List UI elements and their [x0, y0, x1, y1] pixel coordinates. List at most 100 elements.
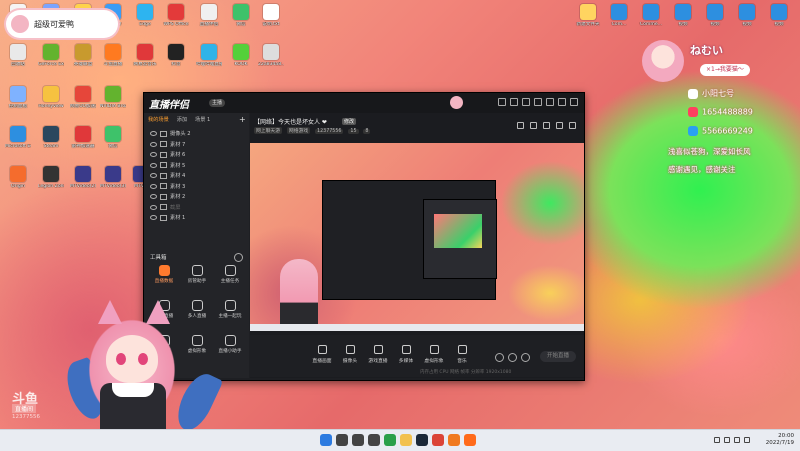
bell-icon[interactable]: [556, 122, 563, 129]
desktop-icon[interactable]: MTVideo(3): [100, 166, 126, 189]
wegame-icon[interactable]: [448, 434, 460, 446]
desktop-icon[interactable]: 22a834a8...: [258, 44, 284, 67]
share-icon[interactable]: [569, 122, 576, 129]
desktop-icon[interactable]: 视频: [670, 4, 696, 27]
lock-icon[interactable]: [530, 122, 537, 129]
desktop-icon[interactable]: Microsoft Edge: [5, 126, 31, 149]
eye-icon[interactable]: [150, 204, 157, 210]
xbox-icon[interactable]: [384, 434, 396, 446]
eye-icon[interactable]: [150, 152, 157, 157]
toolbox-item[interactable]: 主播一起玩: [214, 300, 246, 319]
tag[interactable]: 网上聊天游: [254, 127, 282, 134]
desktop-icon[interactable]: 英雄联盟: [70, 44, 96, 67]
desktop-icon[interactable]: 哔哩哔哩直播姬: [196, 44, 222, 67]
chevron-up-icon[interactable]: [714, 437, 720, 443]
desktop-icon[interactable]: 视频: [766, 4, 792, 27]
close-icon[interactable]: [570, 98, 578, 106]
search-icon[interactable]: [336, 434, 348, 446]
bottom-toolbar-button[interactable]: 摄像头: [338, 345, 362, 364]
steam-icon[interactable]: [416, 434, 428, 446]
desktop-icon[interactable]: 回收站: [5, 44, 31, 67]
window-titlebar[interactable]: 直播伴侣 主播: [144, 93, 584, 113]
message-icon[interactable]: [510, 98, 518, 106]
toolbox-settings-icon[interactable]: [234, 253, 243, 262]
desktop-icon[interactable]: NVIDIA Broadcast: [100, 86, 126, 109]
desktop-icon[interactable]: 斗鱼直播: [100, 44, 126, 67]
file-explorer-icon[interactable]: [400, 434, 412, 446]
stream-preview[interactable]: [250, 143, 584, 331]
toolbox-item[interactable]: 直播小助手: [214, 335, 246, 354]
user-avatar[interactable]: [450, 96, 463, 109]
skin-icon[interactable]: [498, 98, 506, 106]
desktop-icon[interactable]: 抖音: [163, 44, 189, 67]
desktop-icon[interactable]: Origin: [5, 166, 31, 189]
desktop-icon[interactable]: Honeyview: [38, 86, 64, 109]
volume-icon[interactable]: [734, 437, 740, 443]
bottom-toolbar-button[interactable]: 游戏直播: [366, 345, 390, 364]
notification-toast[interactable]: 超级可爱鸭: [6, 10, 118, 38]
scene-source-item[interactable]: 截屏: [146, 203, 246, 214]
edit-title-button[interactable]: 修改: [342, 118, 357, 125]
desktop-icon[interactable]: 直播伴侣: [196, 4, 222, 27]
record-icon[interactable]: [543, 122, 550, 129]
eye-icon[interactable]: [150, 141, 157, 147]
eye-icon[interactable]: [150, 173, 157, 178]
maximize-icon[interactable]: [558, 98, 566, 106]
eye-icon[interactable]: [150, 183, 157, 189]
start-live-button[interactable]: 开始直播: [540, 351, 576, 362]
desktop-icon[interactable]: 新建文件夹: [575, 4, 601, 27]
scene-source-item[interactable]: 素材 4: [146, 171, 246, 182]
desktop-icon[interactable]: KOOK: [228, 44, 254, 67]
desktop-icon[interactable]: Com...: [606, 4, 632, 27]
settings-icon[interactable]: [522, 98, 530, 106]
desktop-icon[interactable]: GeForce Experience: [38, 44, 64, 67]
tab-add[interactable]: 添加: [177, 116, 187, 123]
desktop-icon[interactable]: 微信: [100, 126, 126, 149]
eye-icon[interactable]: [150, 194, 157, 199]
scene-source-item[interactable]: 素材 7: [146, 140, 246, 151]
minimize-icon[interactable]: [546, 98, 554, 106]
desktop-icon[interactable]: Steam: [38, 126, 64, 149]
scene-source-item[interactable]: 素材 2: [146, 192, 246, 203]
bottom-toolbar-button[interactable]: 多媒体: [394, 345, 418, 364]
scene-source-item[interactable]: 素材 3: [146, 182, 246, 193]
bottom-toolbar-button[interactable]: 直播画面: [310, 345, 334, 364]
eye-icon[interactable]: [150, 162, 157, 168]
desktop-icon[interactable]: 说明.txt: [258, 4, 284, 27]
toolbox-item[interactable]: 直播数据: [148, 265, 180, 284]
wifi-icon[interactable]: [724, 437, 730, 443]
record-icon[interactable]: [495, 353, 504, 362]
desktop-icon[interactable]: 视频: [734, 4, 760, 27]
camera-icon[interactable]: [368, 434, 380, 446]
clock[interactable]: 20:00 2022/7/19: [766, 433, 794, 447]
tag[interactable]: 网络游戏: [286, 127, 311, 134]
desktop-icon[interactable]: MTVideo(2): [70, 166, 96, 189]
timer-icon[interactable]: [508, 353, 517, 362]
live-companion-window[interactable]: 直播伴侣 主播 我的场景 添加 场景 1 + 摄像头 2 素材 7 素材 6 素材 5…: [143, 92, 585, 381]
scene-source-item[interactable]: 素材 1: [146, 213, 246, 224]
tab-scene-1[interactable]: 场景 1: [195, 116, 210, 123]
desktop-icon[interactable]: WPS Office: [163, 4, 189, 27]
battery-icon[interactable]: [744, 437, 750, 443]
desktop-icon[interactable]: 微信: [228, 4, 254, 27]
desktop-icon[interactable]: 网易UU加速器: [70, 86, 96, 109]
desktop-icon[interactable]: 雷神加速器: [70, 126, 96, 149]
desktop-icon[interactable]: 网易云音乐: [132, 44, 158, 67]
bottom-toolbar-button[interactable]: 虚拟形象: [422, 345, 446, 364]
bottom-toolbar-button[interactable]: 音乐: [450, 345, 474, 364]
douyu-icon[interactable]: [464, 434, 476, 446]
desktop-icon[interactable]: 视频: [702, 4, 728, 27]
desktop-icon[interactable]: Edge: [132, 4, 158, 27]
desktop-icon[interactable]: 控制面板: [5, 86, 31, 109]
scene-source-item[interactable]: 摄像头 2: [146, 129, 246, 140]
start-icon[interactable]: [320, 434, 332, 446]
settings-icon[interactable]: [521, 353, 530, 362]
desktop-icon[interactable]: Legion Zone: [38, 166, 64, 189]
desktop-icon[interactable]: Comme...: [638, 4, 664, 27]
chrome-icon[interactable]: [432, 434, 444, 446]
tab-my-scenes[interactable]: 我的场景: [148, 116, 169, 123]
toolbox-item[interactable]: 房管助手: [181, 265, 213, 284]
task-view-icon[interactable]: [352, 434, 364, 446]
scene-source-item[interactable]: 素材 5: [146, 161, 246, 172]
eye-icon[interactable]: [150, 131, 157, 136]
